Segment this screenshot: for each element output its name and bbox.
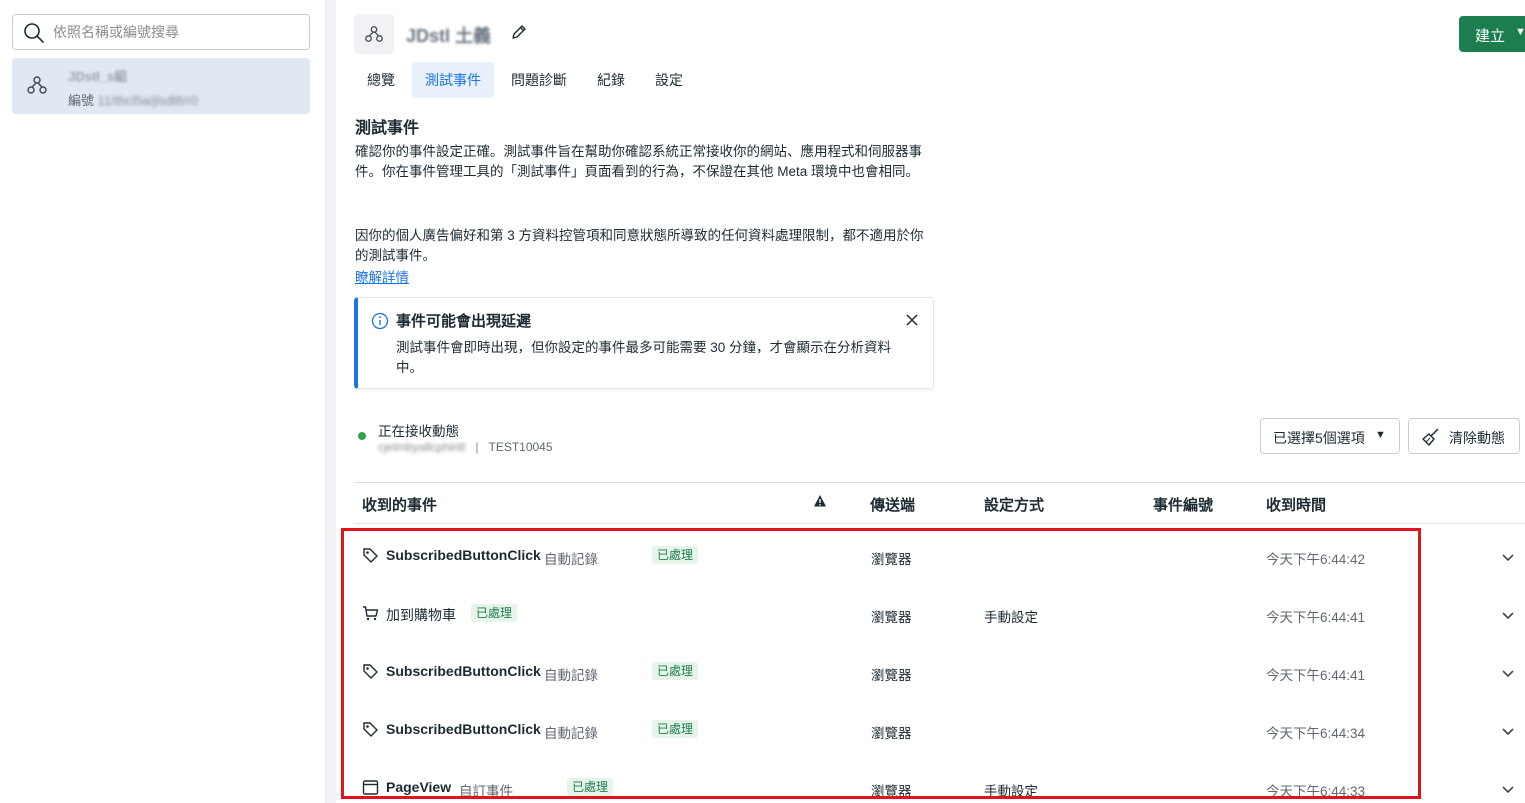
table-row[interactable]: PageView 自訂事件 已處理 瀏覽器 手動設定 今天下午6:44:33	[354, 778, 1525, 803]
status-label: 正在接收動態	[378, 424, 459, 439]
section-description: 確認你的事件設定正確。測試事件旨在幫助你確認系統正常接收你的網站、應用程式和伺服…	[355, 144, 922, 179]
chevron-down-icon[interactable]	[1501, 782, 1515, 796]
event-name: PageView	[386, 779, 452, 795]
time-cell: 今天下午6:44:42	[1266, 552, 1366, 567]
divider	[354, 523, 1525, 524]
learn-more-link[interactable]: 瞭解詳情	[355, 266, 409, 286]
broom-icon	[1422, 428, 1439, 446]
create-button[interactable]: 建立 ▼	[1459, 16, 1525, 52]
column-header-received: 收到時間	[1266, 497, 1327, 514]
event-name: 加到購物車	[386, 607, 456, 623]
sender-cell: 瀏覽器	[871, 784, 912, 799]
notice-title: 事件可能會出現延遲	[396, 313, 532, 330]
divider	[354, 482, 1525, 483]
event-type: 自訂事件	[459, 784, 513, 799]
sidebar-dataset-item[interactable]: JDstl_s組 編號 11/thcl5a/jlsdl8/r0	[12, 58, 310, 114]
tag-icon	[363, 664, 378, 679]
time-cell: 今天下午6:44:34	[1266, 726, 1366, 741]
chevron-down-icon[interactable]	[1501, 608, 1515, 622]
dataset-name: JDstl_s組	[68, 69, 128, 84]
notice-body: 測試事件會即時出現，但你設定的事件最多可能需要 30 分鐘，才會顯示在分析資料中…	[396, 340, 892, 375]
table-row[interactable]: SubscribedButtonClick 自動記錄 已處理 瀏覽器 今天下午6…	[354, 720, 1525, 779]
event-name: SubscribedButtonClick	[386, 663, 541, 679]
tab-history[interactable]: 紀錄	[584, 62, 638, 98]
tab-test-events[interactable]: 測試事件	[412, 62, 494, 98]
sidebar: JDstl_s組 編號 11/thcl5a/jlsdl8/r0	[0, 0, 326, 803]
table-row[interactable]: SubscribedButtonClick 自動記錄 已處理 瀏覽器 今天下午6…	[354, 546, 1525, 605]
event-filter-dropdown[interactable]: 已選擇5個選項 ▼	[1260, 418, 1400, 454]
column-header-event: 收到的事件	[362, 497, 438, 514]
status-source: cjelmbyallcphiritl | TEST10045	[378, 440, 553, 454]
chevron-down-icon[interactable]	[1501, 550, 1515, 564]
dataset-header-icon	[354, 14, 394, 54]
tab-overview[interactable]: 總覽	[354, 62, 408, 98]
table-row[interactable]: 加到購物車 已處理 瀏覽器 手動設定 今天下午6:44:41	[354, 604, 1525, 663]
chevron-down-icon[interactable]	[1501, 666, 1515, 680]
event-name: SubscribedButtonClick	[386, 547, 541, 563]
column-header-sender: 傳送端	[870, 497, 916, 514]
setup-cell: 手動設定	[984, 610, 1038, 625]
event-name: SubscribedButtonClick	[386, 721, 541, 737]
page-title: JDstl 土義	[406, 26, 492, 46]
tag-icon	[363, 722, 378, 737]
test-code: TEST10045	[488, 440, 553, 454]
status-badge: 已處理	[652, 662, 699, 680]
source-url: cjelmbyallcphiritl	[378, 440, 466, 454]
create-button-label: 建立	[1475, 28, 1506, 45]
status-badge: 已處理	[652, 720, 699, 738]
event-type: 自動記錄	[544, 668, 598, 683]
section-title: 測試事件	[355, 120, 420, 137]
column-header-setup: 設定方式	[984, 497, 1045, 514]
window-icon	[362, 780, 379, 795]
clear-activity-button[interactable]: 清除動態	[1408, 418, 1520, 454]
tab-bar: 總覽 測試事件 問題診斷 紀錄 設定	[354, 62, 696, 98]
sender-cell: 瀏覽器	[871, 610, 912, 625]
info-icon	[371, 312, 389, 330]
search-box[interactable]	[12, 14, 310, 50]
time-cell: 今天下午6:44:41	[1266, 668, 1366, 683]
clear-activity-label: 清除動態	[1449, 430, 1505, 446]
time-cell: 今天下午6:44:33	[1266, 784, 1366, 799]
sender-cell: 瀏覽器	[871, 668, 912, 683]
dataset-id-prefix: 編號	[68, 93, 98, 108]
column-header-event-id: 事件編號	[1153, 497, 1214, 514]
table-row[interactable]: SubscribedButtonClick 自動記錄 已處理 瀏覽器 今天下午6…	[354, 662, 1525, 721]
sender-cell: 瀏覽器	[871, 726, 912, 741]
privacy-note: 因你的個人廣告偏好和第 3 方資料控管項和同意狀態所導致的任何資料處理限制，都不…	[355, 228, 924, 263]
chevron-down-icon[interactable]	[1501, 724, 1515, 738]
status-indicator	[358, 432, 366, 440]
status-badge: 已處理	[471, 604, 518, 622]
dataset-icon	[27, 76, 47, 94]
pencil-icon[interactable]	[510, 23, 528, 41]
delay-notice: 事件可能會出現延遲 測試事件會即時出現，但你設定的事件最多可能需要 30 分鐘，…	[354, 297, 934, 389]
caret-down-icon: ▼	[1375, 429, 1386, 441]
cart-icon	[363, 606, 379, 621]
search-input[interactable]	[53, 15, 303, 49]
event-type: 自動記錄	[544, 552, 598, 567]
status-badge: 已處理	[652, 546, 699, 564]
event-type: 自動記錄	[544, 726, 598, 741]
dataset-icon	[365, 26, 383, 42]
dataset-id: 編號 11/thcl5a/jlsdl8/r0	[68, 90, 198, 109]
status-badge: 已處理	[567, 778, 614, 796]
warning-icon	[814, 495, 826, 507]
event-filter-label: 已選擇5個選項	[1273, 430, 1365, 446]
tag-icon	[363, 548, 378, 563]
tab-diagnostics[interactable]: 問題診斷	[498, 62, 580, 98]
time-cell: 今天下午6:44:41	[1266, 610, 1366, 625]
search-icon	[24, 23, 44, 43]
tab-settings[interactable]: 設定	[642, 62, 696, 98]
sender-cell: 瀏覽器	[871, 552, 912, 567]
caret-down-icon: ▼	[1515, 26, 1525, 38]
setup-cell: 手動設定	[984, 784, 1038, 799]
panel-divider	[326, 0, 336, 803]
separator: |	[475, 440, 479, 454]
dataset-id-value: 11/thcl5a/jlsdl8/r0	[97, 93, 198, 108]
close-icon[interactable]	[904, 312, 920, 328]
